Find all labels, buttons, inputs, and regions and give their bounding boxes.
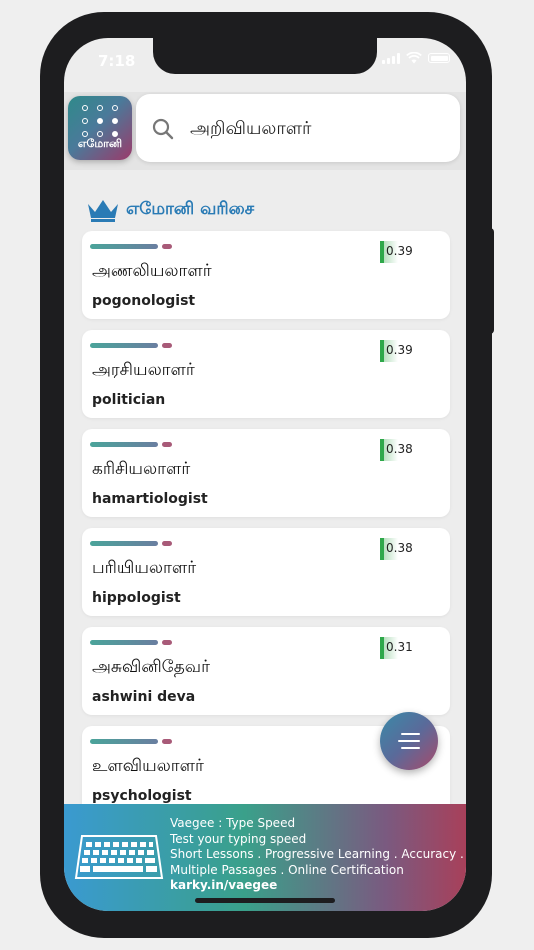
- result-translation: hippologist: [92, 590, 181, 606]
- emotion-bar: [90, 739, 158, 744]
- ad-text: Vaegee : Type Speed Test your typing spe…: [170, 816, 466, 894]
- emotion-bar: [90, 244, 158, 249]
- result-word: கரிசியலாளர்: [92, 459, 191, 479]
- emotion-bar-secondary: [162, 541, 172, 546]
- emotion-bar-secondary: [162, 442, 172, 447]
- score-value: 0.31: [386, 640, 413, 654]
- section-title: எமோனி வரிசை: [126, 199, 255, 219]
- ad-features: Short Lessons . Progressive Learning . A…: [170, 847, 466, 861]
- ad-link[interactable]: karky.in/vaegee: [170, 878, 466, 894]
- emotion-bar-secondary: [162, 343, 172, 348]
- result-word: உளவியலாளர்: [92, 756, 204, 776]
- ad-banner[interactable]: Vaegee : Type Speed Test your typing spe…: [64, 804, 466, 911]
- keyboard-icon: [74, 835, 164, 879]
- result-word: அணலியலாளர்: [92, 261, 212, 281]
- app-screen: 7:18 எமோனி அறிவியலாளர் எமோனி வரிசை அணலிய…: [64, 38, 466, 911]
- battery-icon: [428, 53, 450, 63]
- section-header: எமோனி வரிசை: [86, 198, 254, 222]
- result-card[interactable]: அசுவினிதேவர் ashwini deva 0.31: [82, 627, 450, 715]
- result-word: பரியியலாளர்: [92, 558, 197, 578]
- wifi-icon: [406, 52, 422, 64]
- search-icon: [152, 118, 174, 140]
- result-card[interactable]: அரசியலாளர் politician 0.39: [82, 330, 450, 418]
- result-word: அரசியலாளர்: [92, 360, 195, 380]
- emotion-bar: [90, 343, 158, 348]
- search-box[interactable]: [136, 94, 460, 162]
- notch: [153, 38, 377, 74]
- ad-title: Vaegee : Type Speed: [170, 816, 296, 830]
- emotion-bar-secondary: [162, 640, 172, 645]
- result-word: அசுவினிதேவர்: [92, 657, 210, 677]
- emotion-bar-secondary: [162, 244, 172, 249]
- home-indicator: [195, 898, 335, 903]
- result-translation: ashwini deva: [92, 689, 196, 705]
- logo-dots-icon: [82, 105, 118, 137]
- status-icons: [382, 52, 450, 64]
- menu-icon: [398, 733, 420, 749]
- ad-subtitle: Test your typing speed: [170, 831, 307, 846]
- ad-features-2: Multiple Passages . Online Certification: [170, 862, 404, 877]
- side-button: [488, 228, 494, 334]
- result-card[interactable]: அணலியலாளர் pogonologist 0.39: [82, 231, 450, 319]
- crown-icon: [88, 200, 118, 222]
- score-badge: 0.38: [380, 538, 414, 560]
- score-value: 0.39: [386, 244, 413, 258]
- score-value: 0.39: [386, 343, 413, 357]
- menu-fab-button[interactable]: [380, 712, 438, 770]
- signal-icon: [382, 52, 400, 64]
- score-badge: 0.39: [380, 340, 414, 362]
- score-badge: 0.38: [380, 439, 414, 461]
- result-translation: politician: [92, 392, 166, 408]
- app-logo[interactable]: எமோனி: [68, 96, 132, 160]
- emotion-bar: [90, 640, 158, 645]
- search-input[interactable]: [188, 106, 452, 152]
- status-time: 7:18: [98, 52, 136, 70]
- result-card[interactable]: பரியியலாளர் hippologist 0.38: [82, 528, 450, 616]
- score-value: 0.38: [386, 442, 413, 456]
- score-badge: 0.39: [380, 241, 414, 263]
- result-card[interactable]: கரிசியலாளர் hamartiologist 0.38: [82, 429, 450, 517]
- result-translation: pogonologist: [92, 293, 196, 309]
- score-value: 0.38: [386, 541, 413, 555]
- result-translation: hamartiologist: [92, 491, 208, 507]
- emotion-bar-secondary: [162, 739, 172, 744]
- result-translation: psychologist: [92, 788, 192, 804]
- emotion-bar: [90, 442, 158, 447]
- header: எமோனி: [64, 92, 466, 170]
- score-badge: 0.31: [380, 637, 414, 659]
- logo-text: எமோனி: [77, 137, 123, 150]
- emotion-bar: [90, 541, 158, 546]
